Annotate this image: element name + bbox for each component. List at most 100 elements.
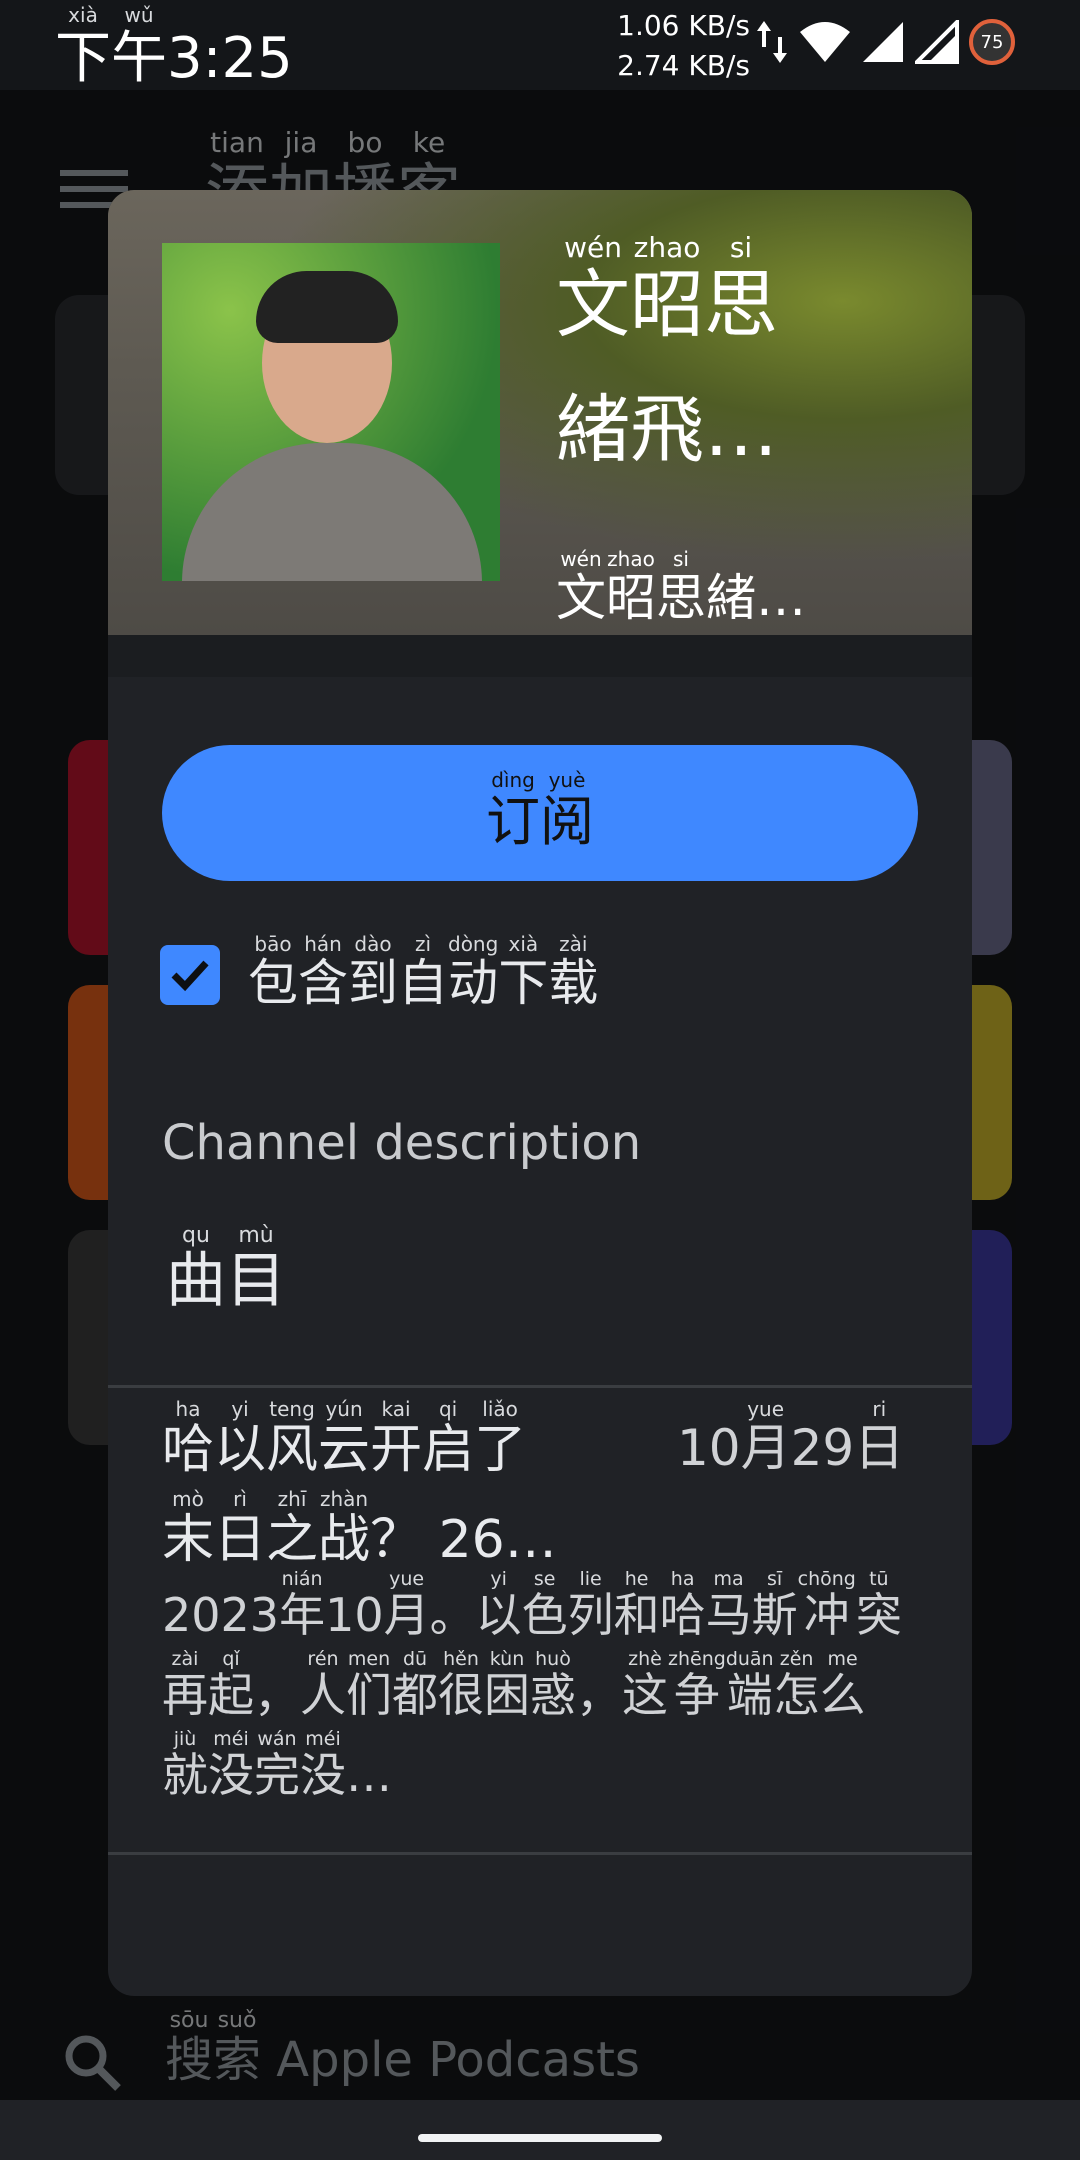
ruby-char: 文wén (556, 547, 606, 627)
ruby-char: 突tū (855, 1568, 902, 1642)
ruby-char: 哈ha (659, 1568, 706, 1642)
description-text: 曲qu目mù (166, 1223, 286, 1319)
episode-title-line-1: 哈ha以yi风teng云yún开kai启qi了liǎo (162, 1397, 682, 1490)
ruby-char: 起qǐ (208, 1648, 254, 1722)
status-icons: 75 (755, 14, 1015, 70)
ruby-char: 下xià (55, 3, 111, 91)
ruby-char: 思si (704, 231, 778, 348)
podcast-author: 文wén昭zhao思si緒… (556, 547, 806, 630)
ruby-char: 就jiù (162, 1728, 208, 1802)
ruby-char: 没méi (300, 1728, 346, 1802)
ruby-char: 端duān (725, 1648, 774, 1722)
episode-title-rest: ？ 26… (370, 1510, 557, 1570)
ruby-char: 订dìng (486, 767, 540, 852)
ruby-char: 下xià (498, 932, 549, 1012)
ruby-char: 月yue (383, 1568, 430, 1642)
battery-icon: 75 (969, 19, 1015, 65)
ruby-char: 文wén (556, 231, 630, 348)
ruby-char: 色se (521, 1568, 568, 1642)
ruby-char: 自zì (398, 932, 448, 1012)
ruby-char: 人rén (300, 1648, 346, 1722)
header-separator (108, 635, 972, 677)
episode-title: 哈ha以yi风teng云yún开kai启qi了liǎo 末mò日rì之zhī战z… (162, 1397, 682, 1580)
author-rest: 緒… (706, 569, 806, 627)
title-line-1: 文wén昭zhao思si (556, 231, 956, 368)
ruby-char: 了liǎo (474, 1397, 527, 1480)
ruby-char: 日rì (214, 1487, 267, 1570)
ruby-char: 日ri (854, 1397, 905, 1477)
speed-up: 1.06 KB/s (617, 9, 750, 42)
ruby-char: 争zhēng (668, 1648, 726, 1722)
ruby-char: 云yún (318, 1397, 371, 1480)
ruby-char: 和he (613, 1568, 660, 1642)
ruby-char: 以yi (214, 1397, 267, 1480)
wifi-icon (800, 22, 850, 62)
ruby-char: 包bāo (248, 932, 298, 1012)
ruby-char: 午wǔ (111, 3, 167, 91)
ruby-char: 末mò (162, 1487, 215, 1570)
auto-download-label: 包bāo含hán到dào自zì动dòng下xià载zài (248, 932, 599, 1015)
podcast-title: 文wén昭zhao思si 緒飛… (556, 231, 956, 493)
ruby-char: 目mù (226, 1223, 286, 1316)
episode-title-line-2: 末mò日rì之zhī战zhàn？ 26… (162, 1487, 682, 1580)
ruby-char: 困kùn (484, 1648, 530, 1722)
ruby-char: 惑huò (530, 1648, 576, 1722)
ruby-char: 之zhī (266, 1487, 319, 1570)
ruby-char: 么me (819, 1648, 866, 1722)
ruby-char: 风teng (266, 1397, 319, 1480)
signal-icon (863, 22, 903, 62)
auto-download-row[interactable]: 包bāo含hán到dào自zì动dòng下xià载zài (160, 930, 598, 1020)
battery-level: 75 (980, 31, 1004, 53)
signal-icon-2 (915, 20, 959, 64)
episode-date: 10月yue29日ri (677, 1397, 905, 1477)
ruby-char: 动dòng (448, 932, 499, 1012)
ruby-char: 以yi (475, 1568, 522, 1642)
episode-description: 2023年nián10月yue。以yi色se列lie和he哈ha马ma斯sī冲c… (162, 1568, 902, 1802)
ruby-char: 昭zhao (630, 231, 704, 348)
description-heading: Channel description (162, 1115, 642, 1171)
ruby-char: 这zhè (622, 1648, 668, 1722)
ruby-char: 开kai (370, 1397, 423, 1480)
time-ruby: 下xià午wǔ (55, 3, 167, 91)
ruby-char: 战zhàn (318, 1487, 371, 1570)
navigation-bar (0, 2100, 1080, 2160)
ruby-char: 列lie (567, 1568, 614, 1642)
subscribe-label: 订dìng阅yuè (486, 767, 594, 856)
ruby-char: 很hěn (438, 1648, 484, 1722)
data-arrows-icon (757, 21, 787, 63)
ruby-char: 思si (656, 547, 706, 627)
subscribe-button[interactable]: 订dìng阅yuè (162, 745, 918, 881)
ruby-char: 都dū (392, 1648, 438, 1722)
ruby-char: 曲qu (166, 1223, 226, 1316)
auto-download-checkbox[interactable] (160, 945, 220, 1005)
ruby-char: 阅yuè (540, 767, 594, 852)
ruby-char: 启qi (422, 1397, 475, 1480)
clock-text: 3:25 (167, 26, 293, 91)
ruby-char: 马ma (705, 1568, 752, 1642)
speed-down: 2.74 KB/s (617, 49, 750, 82)
status-time: 下xià午wǔ3:25 (55, 3, 293, 94)
checkmark-icon (171, 960, 209, 992)
ruby-char: 怎zěn (773, 1648, 820, 1722)
podcast-header: 文wén昭zhao思si 緒飛… 文wén昭zhao思si緒… (108, 190, 972, 635)
ruby-char: 到dào (348, 932, 398, 1012)
podcast-dialog: 文wén昭zhao思si 緒飛… 文wén昭zhao思si緒… 订dìng阅yu… (108, 190, 972, 1996)
home-handle[interactable] (418, 2134, 662, 2142)
title-line-2: 緒飛… (556, 387, 778, 473)
divider (108, 1852, 972, 1855)
ruby-char: 冲chōng (797, 1568, 856, 1642)
ruby-char: 昭zhao (606, 547, 656, 627)
status-bar: 下xià午wǔ3:25 1.06 KB/s 2.74 KB/s 75 (0, 0, 1080, 91)
ruby-char: 没méi (208, 1728, 254, 1802)
ruby-char: 们men (346, 1648, 392, 1722)
ruby-char: 哈ha (162, 1397, 215, 1480)
ruby-char: 完wán (254, 1728, 300, 1802)
ruby-char: 月yue (740, 1397, 791, 1477)
ruby-char: 含hán (298, 932, 348, 1012)
divider (108, 1385, 972, 1388)
ruby-char: 斯sī (751, 1568, 798, 1642)
podcast-cover-image (162, 243, 500, 581)
ruby-char: 载zài (548, 932, 599, 1012)
ruby-char: 年nián (279, 1568, 326, 1642)
ruby-char: 再zài (162, 1648, 208, 1722)
